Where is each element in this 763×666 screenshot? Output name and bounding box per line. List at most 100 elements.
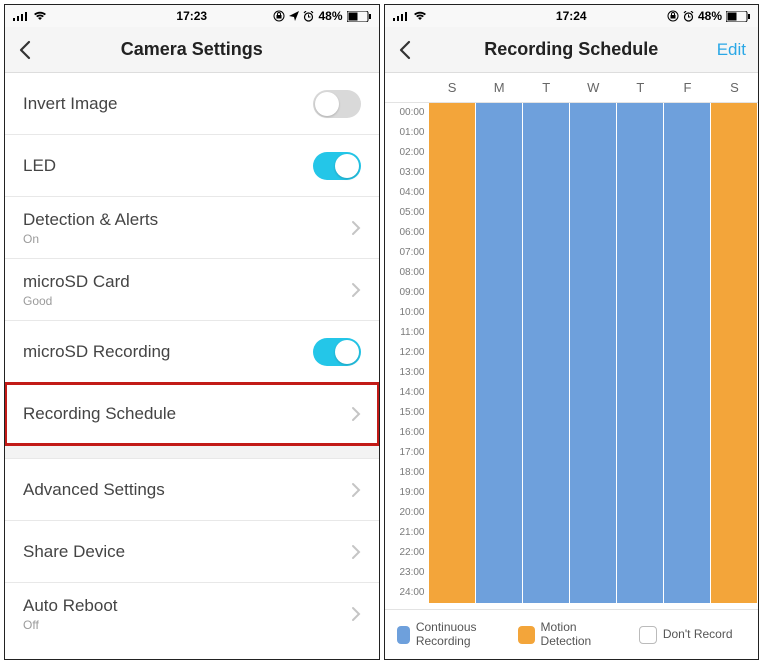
- schedule-cell[interactable]: [711, 483, 757, 503]
- schedule-cell[interactable]: [711, 423, 757, 443]
- legend-none[interactable]: Don't Record: [639, 626, 746, 644]
- schedule-cell[interactable]: [570, 103, 616, 123]
- schedule-cell[interactable]: [570, 163, 616, 183]
- row-auto-reboot[interactable]: Auto Reboot Off: [5, 583, 379, 645]
- row-microsd-card[interactable]: microSD Card Good: [5, 259, 379, 321]
- schedule-cell[interactable]: [429, 183, 475, 203]
- schedule-cell[interactable]: [711, 443, 757, 463]
- schedule-cell[interactable]: [476, 183, 522, 203]
- schedule-cell[interactable]: [664, 323, 710, 343]
- schedule-cell[interactable]: [476, 503, 522, 523]
- schedule-cell[interactable]: [570, 483, 616, 503]
- schedule-cell[interactable]: [570, 123, 616, 143]
- schedule-day-column[interactable]: [711, 103, 758, 609]
- schedule-grid[interactable]: [429, 103, 759, 609]
- schedule-cell[interactable]: [570, 403, 616, 423]
- schedule-cell[interactable]: [664, 123, 710, 143]
- schedule-cell[interactable]: [523, 563, 569, 583]
- schedule-cell[interactable]: [523, 143, 569, 163]
- back-button[interactable]: [15, 40, 35, 60]
- row-recording-schedule[interactable]: Recording Schedule: [5, 383, 379, 445]
- schedule-cell[interactable]: [711, 283, 757, 303]
- row-detection-alerts[interactable]: Detection & Alerts On: [5, 197, 379, 259]
- schedule-cell[interactable]: [617, 263, 663, 283]
- schedule-cell[interactable]: [711, 543, 757, 563]
- schedule-cell[interactable]: [711, 103, 757, 123]
- schedule-cell[interactable]: [617, 343, 663, 363]
- schedule-cell[interactable]: [429, 203, 475, 223]
- row-invert-image[interactable]: Invert Image: [5, 73, 379, 135]
- schedule-cell[interactable]: [617, 283, 663, 303]
- schedule-cell[interactable]: [570, 423, 616, 443]
- schedule-cell[interactable]: [523, 203, 569, 223]
- schedule-cell[interactable]: [476, 243, 522, 263]
- schedule-cell[interactable]: [570, 323, 616, 343]
- schedule-cell[interactable]: [664, 563, 710, 583]
- schedule-cell[interactable]: [664, 223, 710, 243]
- schedule-cell[interactable]: [711, 503, 757, 523]
- schedule-cell[interactable]: [523, 303, 569, 323]
- schedule-cell[interactable]: [617, 383, 663, 403]
- schedule-cell[interactable]: [711, 183, 757, 203]
- schedule-cell[interactable]: [523, 503, 569, 523]
- schedule-cell[interactable]: [476, 143, 522, 163]
- schedule-cell[interactable]: [711, 123, 757, 143]
- schedule-day-column[interactable]: [429, 103, 476, 609]
- schedule-cell[interactable]: [617, 223, 663, 243]
- schedule-cell[interactable]: [711, 203, 757, 223]
- schedule-cell[interactable]: [711, 223, 757, 243]
- schedule-cell[interactable]: [711, 163, 757, 183]
- schedule-cell[interactable]: [711, 243, 757, 263]
- schedule-cell[interactable]: [570, 563, 616, 583]
- schedule-cell[interactable]: [476, 323, 522, 343]
- schedule-cell[interactable]: [711, 323, 757, 343]
- schedule-cell[interactable]: [523, 463, 569, 483]
- schedule-cell[interactable]: [570, 543, 616, 563]
- schedule-cell[interactable]: [617, 103, 663, 123]
- schedule-cell[interactable]: [429, 363, 475, 383]
- row-led[interactable]: LED: [5, 135, 379, 197]
- schedule-cell[interactable]: [523, 243, 569, 263]
- schedule-cell[interactable]: [476, 483, 522, 503]
- schedule-cell[interactable]: [523, 163, 569, 183]
- schedule-cell[interactable]: [429, 343, 475, 363]
- schedule-cell[interactable]: [617, 143, 663, 163]
- schedule-cell[interactable]: [523, 543, 569, 563]
- schedule-cell[interactable]: [570, 383, 616, 403]
- schedule-cell[interactable]: [429, 123, 475, 143]
- schedule-cell[interactable]: [570, 363, 616, 383]
- schedule-cell[interactable]: [429, 103, 475, 123]
- schedule-cell[interactable]: [429, 243, 475, 263]
- schedule-cell[interactable]: [617, 403, 663, 423]
- schedule-cell[interactable]: [476, 423, 522, 443]
- schedule-cell[interactable]: [476, 123, 522, 143]
- schedule-cell[interactable]: [664, 443, 710, 463]
- schedule-cell[interactable]: [523, 123, 569, 143]
- schedule-cell[interactable]: [570, 263, 616, 283]
- schedule-cell[interactable]: [617, 543, 663, 563]
- schedule-cell[interactable]: [664, 163, 710, 183]
- schedule-cell[interactable]: [429, 163, 475, 183]
- schedule-cell[interactable]: [711, 263, 757, 283]
- schedule-cell[interactable]: [570, 523, 616, 543]
- schedule-cell[interactable]: [664, 523, 710, 543]
- schedule-cell[interactable]: [711, 343, 757, 363]
- schedule-cell[interactable]: [664, 343, 710, 363]
- schedule-day-column[interactable]: [617, 103, 664, 609]
- schedule-cell[interactable]: [617, 583, 663, 603]
- schedule-cell[interactable]: [617, 123, 663, 143]
- schedule-cell[interactable]: [617, 203, 663, 223]
- schedule-cell[interactable]: [429, 523, 475, 543]
- schedule-cell[interactable]: [617, 423, 663, 443]
- schedule-cell[interactable]: [617, 463, 663, 483]
- schedule-cell[interactable]: [617, 303, 663, 323]
- schedule-cell[interactable]: [523, 363, 569, 383]
- schedule-cell[interactable]: [664, 583, 710, 603]
- schedule-cell[interactable]: [476, 563, 522, 583]
- schedule-cell[interactable]: [523, 283, 569, 303]
- schedule-day-column[interactable]: [523, 103, 570, 609]
- schedule-cell[interactable]: [476, 363, 522, 383]
- schedule-cell[interactable]: [617, 523, 663, 543]
- schedule-cell[interactable]: [570, 183, 616, 203]
- schedule-cell[interactable]: [617, 163, 663, 183]
